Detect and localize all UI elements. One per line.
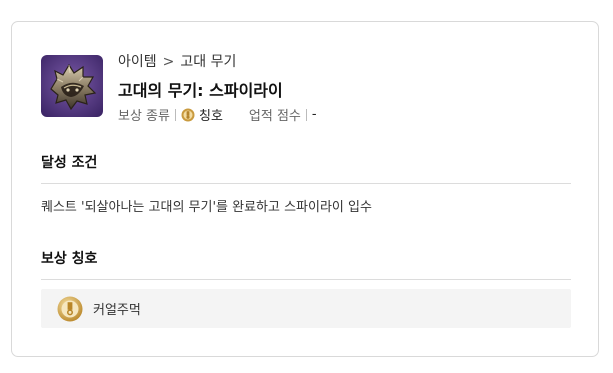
spiked-helmet-icon (41, 55, 103, 117)
meta-divider (305, 108, 307, 121)
breadcrumb: 아이템 > 고대 무기 (118, 51, 236, 71)
reward-title-item: 커얼주먹 (41, 289, 571, 328)
breadcrumb-category[interactable]: 아이템 (118, 54, 157, 70)
medal-icon (57, 296, 83, 321)
reward-heading: 보상 칭호 (41, 251, 98, 267)
reward-type-label: 보상 종류 (118, 109, 170, 124)
achievement-score-label: 업적 점수 (248, 109, 301, 124)
achievement-score-value: - (311, 107, 317, 122)
condition-heading: 달성 조건 (41, 155, 98, 171)
item-image (41, 55, 103, 117)
meta-divider (174, 108, 176, 121)
reward-title-name: 커얼주먹 (93, 303, 141, 318)
condition-text: 퀘스트 '되살아나는 고대의 무기'를 완료하고 스파이라이 입수 (41, 200, 372, 215)
condition-divider (41, 183, 571, 184)
achievement-meta: 보상 종류 칭호 업적 점수 - (118, 105, 317, 124)
achievement-title: 고대의 무기: 스파이라이 (118, 81, 283, 100)
breadcrumb-separator: > (162, 54, 175, 70)
medal-icon (181, 108, 195, 121)
reward-type-value: 칭호 (198, 109, 223, 124)
reward-divider (41, 279, 571, 280)
breadcrumb-subcategory[interactable]: 고대 무기 (180, 54, 236, 70)
achievement-card: 아이템 > 고대 무기 고대의 무기: 스파이라이 보상 종류 칭호 업적 점수 -… (11, 21, 599, 357)
